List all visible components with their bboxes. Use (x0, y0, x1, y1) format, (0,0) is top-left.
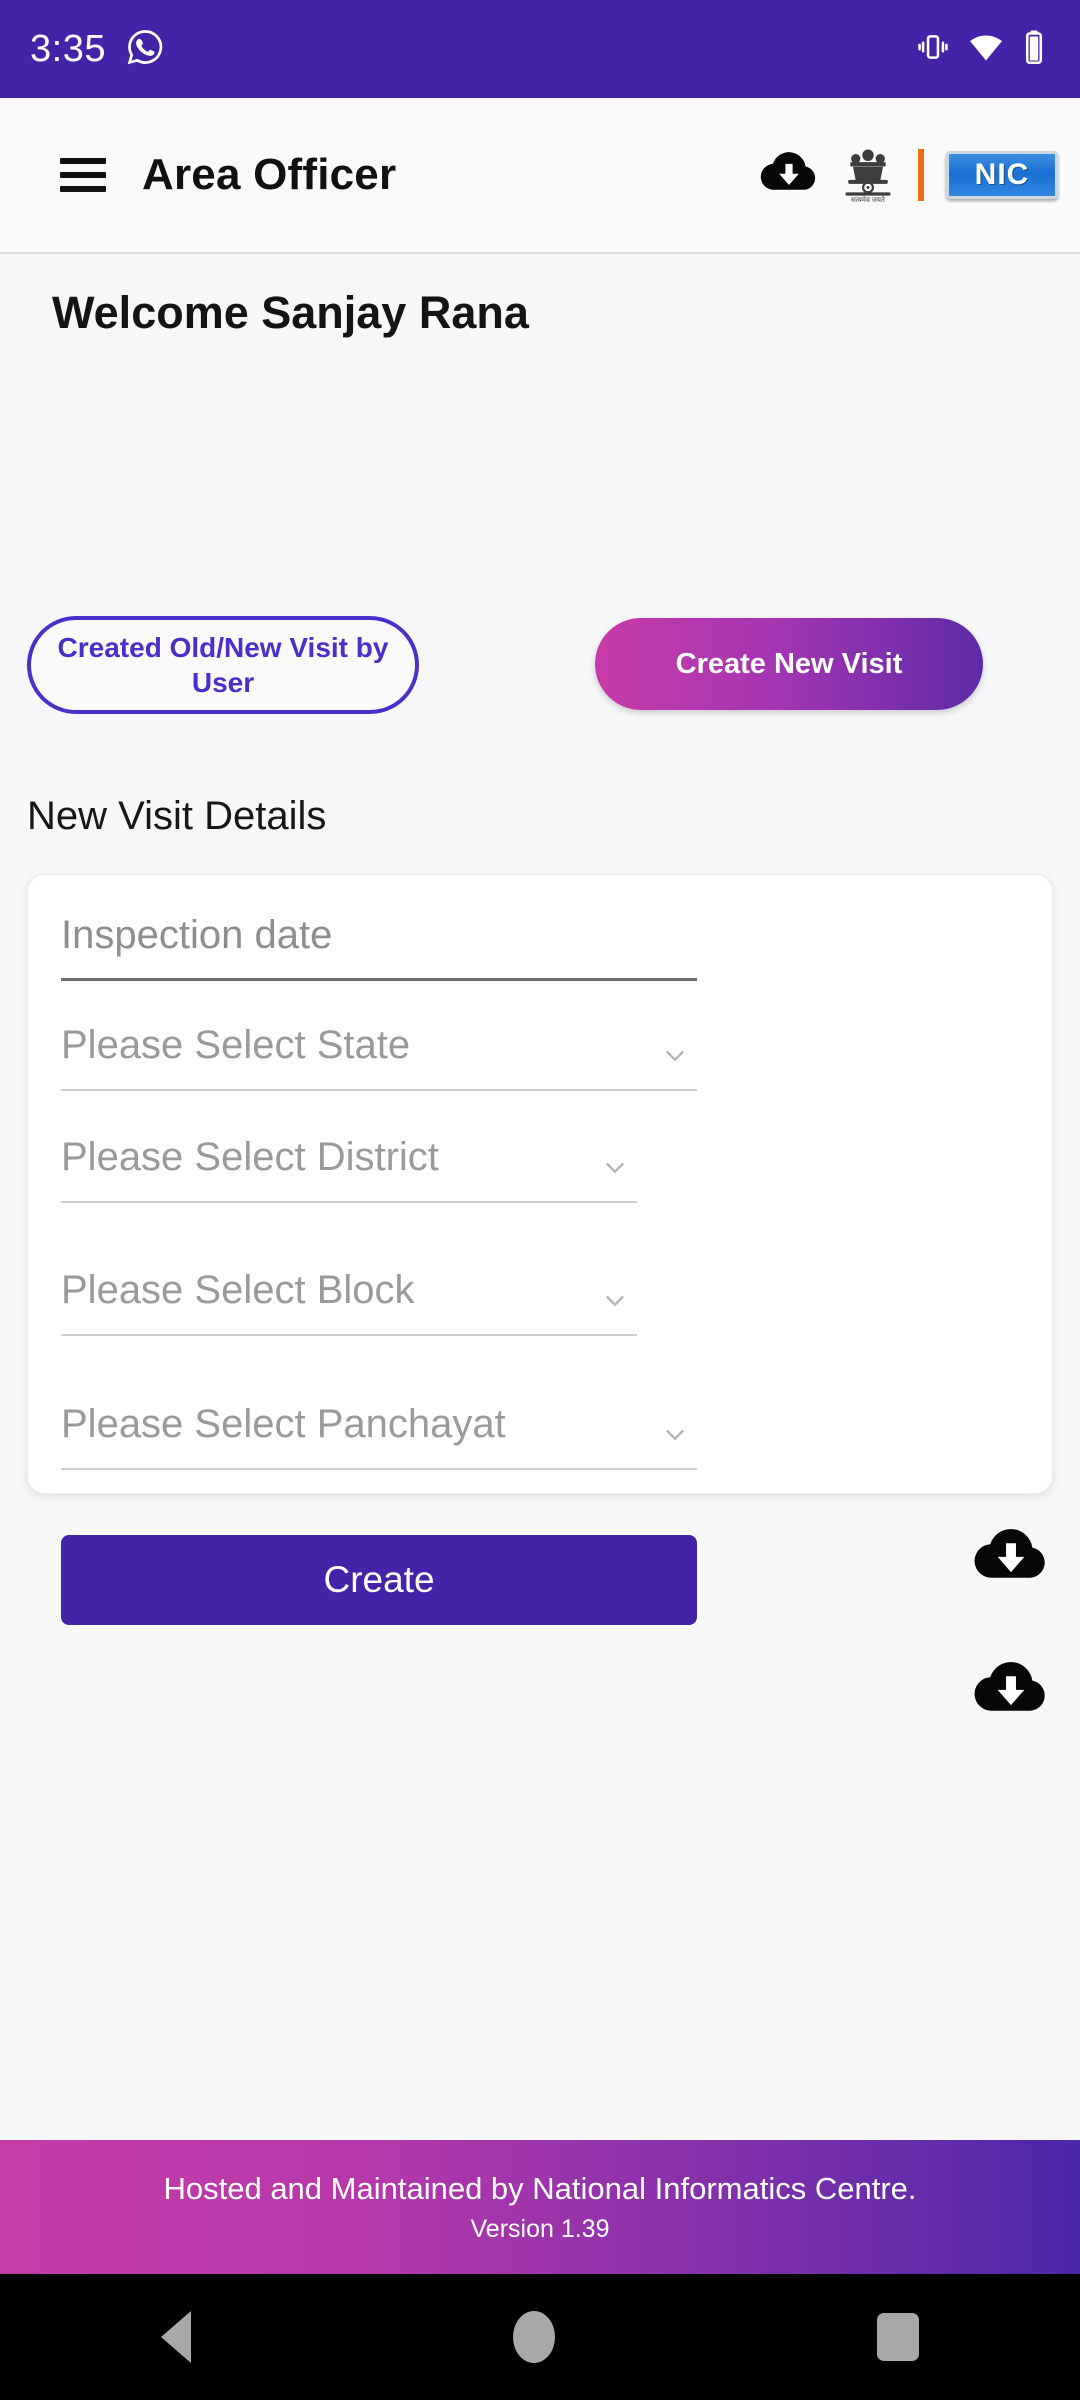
state-placeholder: Please Select State (61, 1023, 411, 1067)
chevron-down-icon[interactable] (601, 1286, 629, 1314)
battery-icon (1022, 29, 1046, 70)
chevron-down-icon[interactable] (661, 1041, 689, 1069)
footer-credit: Hosted and Maintained by National Inform… (163, 2170, 917, 2206)
district-cloud-download-icon[interactable] (973, 1525, 1049, 1592)
block-cloud-download-icon[interactable] (973, 1658, 1049, 1725)
new-visit-form-card: Inspection date Please Select State Plea… (27, 874, 1053, 1711)
nic-logo: NIC (946, 151, 1058, 199)
created-visits-button[interactable]: Created Old/New Visit by User (27, 616, 419, 714)
inspection-date-placeholder: Inspection date (61, 913, 333, 957)
cloud-download-icon[interactable] (760, 149, 818, 202)
status-bar: 3:35 (0, 0, 1080, 98)
create-submit-button[interactable]: Create (61, 1535, 697, 1625)
app-screen: 3:35 Area Officer सत्यमेव जयते NIC Welco… (0, 0, 1080, 2400)
nic-logo-text: NIC (974, 158, 1030, 191)
block-placeholder: Please Select Block (61, 1268, 415, 1312)
app-bar-right: सत्यमेव जयते NIC (760, 143, 1058, 208)
panchayat-placeholder: Please Select Panchayat (61, 1402, 506, 1446)
app-bar-left: Area Officer (60, 150, 396, 200)
vertical-divider (918, 149, 924, 201)
field-underline (61, 1468, 697, 1470)
hamburger-menu-icon[interactable] (60, 158, 106, 192)
create-new-visit-button[interactable]: Create New Visit (595, 618, 983, 710)
status-bar-clock: 3:35 (30, 27, 106, 70)
india-national-emblem-icon: सत्यमेव जयते (840, 143, 896, 208)
app-bar: Area Officer सत्यमेव जयते NIC (0, 98, 1080, 254)
block-select-field[interactable]: Please Select Block (61, 1268, 637, 1336)
vibrate-icon (916, 30, 950, 69)
footer: Hosted and Maintained by National Inform… (0, 2140, 1080, 2274)
state-select-field[interactable]: Please Select State (61, 1023, 697, 1091)
section-title: New Visit Details (27, 794, 327, 838)
main-content: Welcome Sanjay Rana Created Old/New Visi… (0, 254, 1080, 2140)
back-icon[interactable] (161, 2311, 191, 2363)
district-placeholder: Please Select District (61, 1135, 439, 1179)
district-select-field[interactable]: Please Select District (61, 1135, 637, 1203)
field-underline (61, 1334, 637, 1336)
wifi-icon (968, 29, 1004, 70)
status-bar-right (916, 29, 1046, 70)
status-bar-left: 3:35 (30, 28, 164, 71)
chevron-down-icon[interactable] (601, 1153, 629, 1181)
android-navigation-bar (0, 2274, 1080, 2400)
footer-version: Version 1.39 (470, 2214, 610, 2243)
svg-text:सत्यमेव जयते: सत्यमेव जयते (851, 194, 886, 202)
chevron-down-icon[interactable] (661, 1420, 689, 1448)
welcome-heading: Welcome Sanjay Rana (52, 287, 529, 338)
whatsapp-icon (126, 28, 164, 71)
page-title: Area Officer (142, 150, 397, 199)
field-underline (61, 1089, 697, 1091)
field-underline (61, 978, 697, 981)
home-icon[interactable] (513, 2311, 555, 2363)
recents-icon[interactable] (877, 2313, 919, 2361)
panchayat-select-field[interactable]: Please Select Panchayat (61, 1402, 697, 1470)
field-underline (61, 1201, 637, 1203)
inspection-date-field[interactable]: Inspection date (61, 913, 697, 981)
